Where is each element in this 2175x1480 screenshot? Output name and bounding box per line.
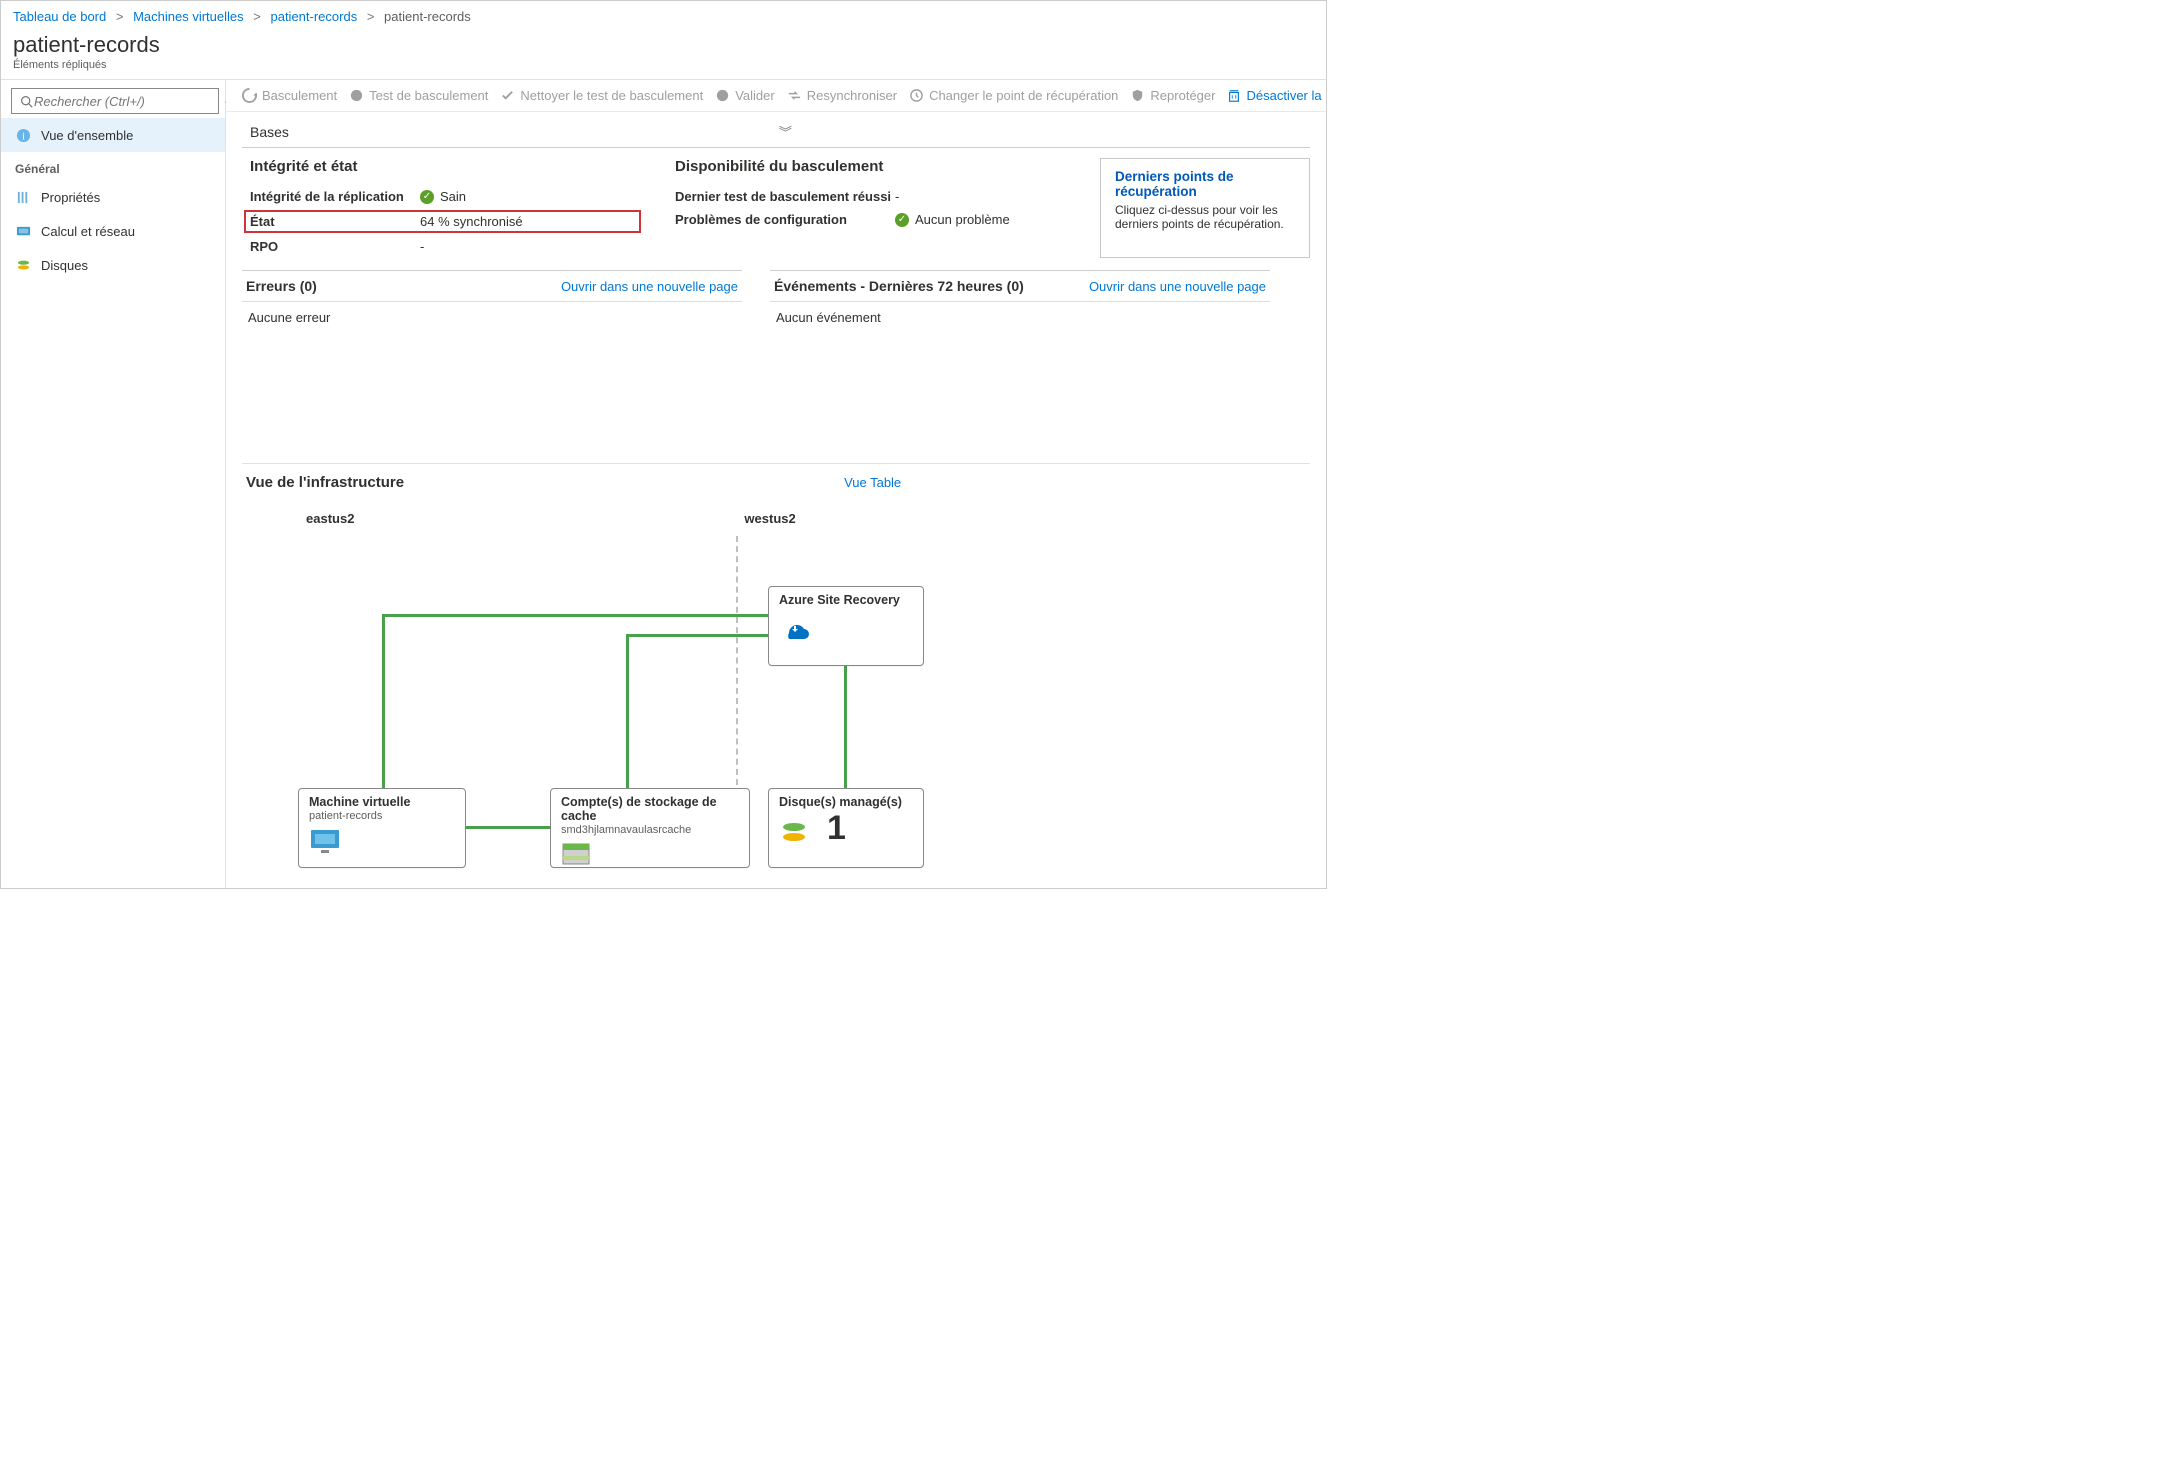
change-recovery-point-button[interactable]: Changer le point de récupération	[909, 88, 1118, 103]
node-title: Disque(s) managé(s)	[779, 795, 913, 809]
rpo-label: RPO	[250, 239, 420, 254]
source-region-label: eastus2	[306, 511, 354, 526]
failover-heading: Disponibilité du basculement	[675, 158, 1060, 175]
vm-icon	[309, 828, 455, 859]
search-input[interactable]	[34, 94, 212, 109]
properties-icon	[15, 189, 31, 205]
cleanup-test-button[interactable]: Nettoyer le test de basculement	[500, 88, 703, 103]
chevron-right-icon: >	[367, 9, 375, 24]
disks-icon	[779, 820, 809, 849]
resync-button[interactable]: Resynchroniser	[787, 88, 897, 103]
breadcrumb-link-resource[interactable]: patient-records	[270, 9, 357, 24]
reprotect-button[interactable]: Reprotéger	[1130, 88, 1215, 103]
sidebar-item-label: Vue d'ensemble	[41, 128, 133, 143]
sidebar-item-label: Calcul et réseau	[41, 224, 135, 239]
node-virtual-machine[interactable]: Machine virtuelle patient-records	[298, 788, 466, 868]
sidebar-item-label: Disques	[41, 258, 88, 273]
node-managed-disks[interactable]: Disque(s) managé(s) 1	[768, 788, 924, 868]
status-value: 64 % synchronisé	[420, 214, 523, 229]
breadcrumb-link-vms[interactable]: Machines virtuelles	[133, 9, 244, 24]
events-open-link[interactable]: Ouvrir dans une nouvelle page	[1089, 279, 1266, 294]
breadcrumb: Tableau de bord > Machines virtuelles > …	[1, 1, 1326, 30]
validate-button[interactable]: Valider	[715, 88, 775, 103]
sidebar-item-disks[interactable]: Disques	[1, 248, 225, 282]
replication-health-value: Sain	[440, 189, 466, 204]
node-title: Compte(s) de stockage de cache	[561, 795, 739, 823]
search-icon	[18, 93, 34, 109]
connector-line	[382, 614, 385, 788]
last-test-label: Dernier test de basculement réussi	[675, 189, 895, 204]
errors-body: Aucune erreur	[242, 302, 742, 333]
target-region-label: westus2	[744, 511, 795, 526]
recovery-points-card[interactable]: Derniers points de récupération Cliquez …	[1100, 158, 1310, 258]
replication-health-label: Intégrité de la réplication	[250, 189, 420, 204]
infrastructure-section: Vue de l'infrastructure Vue Table eastus…	[242, 463, 1310, 876]
table-view-link[interactable]: Vue Table	[844, 475, 901, 490]
config-issues-label: Problèmes de configuration	[675, 212, 895, 227]
sidebar-section-general: Général	[1, 152, 225, 180]
infra-heading: Vue de l'infrastructure	[246, 474, 404, 491]
sidebar: « i Vue d'ensemble Général Propriétés Ca…	[1, 80, 226, 888]
status-label: État	[250, 214, 420, 229]
node-azure-site-recovery[interactable]: Azure Site Recovery	[768, 586, 924, 666]
connector-line	[466, 826, 550, 829]
failover-button[interactable]: Basculement	[242, 88, 337, 103]
connector-line	[626, 634, 629, 788]
disk-count: 1	[827, 809, 846, 848]
node-cache-storage[interactable]: Compte(s) de stockage de cache smd3hjlam…	[550, 788, 750, 868]
errors-open-link[interactable]: Ouvrir dans une nouvelle page	[561, 279, 738, 294]
toolbar: Basculement Test de basculement Nettoyer…	[226, 80, 1326, 112]
connector-line	[844, 666, 847, 788]
status-row-highlighted: État 64 % synchronisé	[244, 210, 641, 233]
errors-panel: Erreurs (0) Ouvrir dans une nouvelle pag…	[242, 270, 742, 333]
events-body: Aucun événement	[770, 302, 1270, 333]
chevron-right-icon: >	[116, 9, 124, 24]
main-area: Basculement Test de basculement Nettoyer…	[226, 80, 1326, 888]
compute-icon	[15, 223, 31, 239]
sidebar-item-properties[interactable]: Propriétés	[1, 180, 225, 214]
svg-text:i: i	[22, 131, 25, 142]
bases-header[interactable]: Bases ︾	[242, 112, 1310, 148]
breadcrumb-link-dashboard[interactable]: Tableau de bord	[13, 9, 106, 24]
node-title: Machine virtuelle	[309, 795, 455, 809]
sidebar-item-overview[interactable]: i Vue d'ensemble	[1, 118, 225, 152]
errors-title: Erreurs (0)	[246, 278, 317, 294]
page-title: patient-records	[13, 32, 1314, 58]
chevron-right-icon: >	[253, 9, 261, 24]
node-title: Azure Site Recovery	[779, 593, 913, 607]
chevron-down-icon[interactable]: ︾	[779, 122, 792, 141]
breadcrumb-current: patient-records	[384, 9, 471, 24]
last-test-value: -	[895, 189, 899, 204]
cloud-recovery-icon	[779, 613, 913, 642]
search-input-wrap[interactable]	[11, 88, 219, 114]
config-issues-value: Aucun problème	[915, 212, 1010, 227]
failover-column: Disponibilité du basculement Dernier tes…	[675, 158, 1060, 258]
recovery-card-body: Cliquez ci-dessus pour voir les derniers…	[1115, 203, 1295, 231]
connector-line	[626, 634, 768, 637]
events-title: Événements - Dernières 72 heures (0)	[774, 278, 1024, 294]
health-column: Intégrité et état Intégrité de la réplic…	[250, 158, 635, 258]
node-subtitle: smd3hjlamnavaulasrcache	[561, 824, 739, 836]
recovery-card-title: Derniers points de récupération	[1115, 169, 1295, 199]
connector-line	[382, 614, 768, 617]
sidebar-item-label: Propriétés	[41, 190, 100, 205]
sidebar-item-compute[interactable]: Calcul et réseau	[1, 214, 225, 248]
health-heading: Intégrité et état	[250, 158, 635, 175]
disks-icon	[15, 257, 31, 273]
check-icon: ✓	[895, 213, 909, 227]
test-failover-button[interactable]: Test de basculement	[349, 88, 488, 103]
events-panel: Événements - Dernières 72 heures (0) Ouv…	[770, 270, 1270, 333]
disable-replication-button[interactable]: Désactiver la réplication	[1227, 88, 1326, 103]
info-icon: i	[15, 127, 31, 143]
check-icon: ✓	[420, 190, 434, 204]
rpo-value: -	[420, 239, 424, 254]
page-header: patient-records Éléments répliqués	[1, 30, 1326, 79]
storage-icon	[561, 842, 739, 869]
node-subtitle: patient-records	[309, 810, 455, 822]
infrastructure-diagram: Azure Site Recovery Machine virtuelle pa…	[246, 536, 1206, 866]
bases-label: Bases	[250, 124, 289, 140]
page-subtitle: Éléments répliqués	[13, 59, 1314, 71]
